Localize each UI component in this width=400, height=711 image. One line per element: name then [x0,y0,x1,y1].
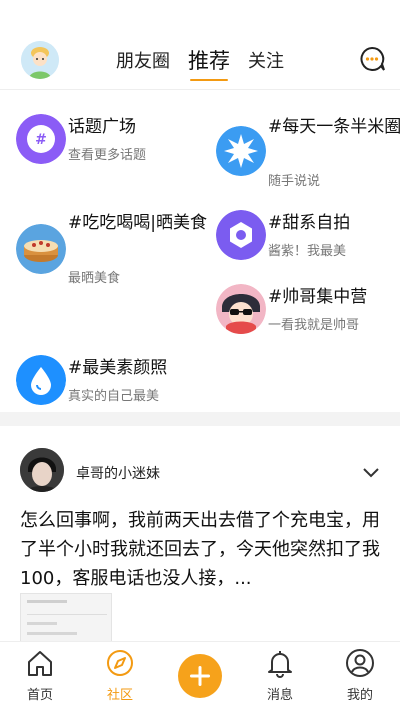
tab-label: 我的 [346,688,373,703]
tab-label: 首页 [26,688,53,703]
create-post-button[interactable] [178,654,222,698]
topic-title: #每天一条半米圈 [268,117,400,137]
compass-icon [107,650,133,676]
chat-icon[interactable] [358,45,386,73]
post-author-name[interactable]: 卓哥的小迷妹 [76,463,160,483]
topic-title: #最美素颜照 [68,358,168,378]
svg-text:#: # [35,132,47,148]
topic-title: 话题广场 [68,117,136,137]
topic-handsome[interactable]: #帅哥集中营 一看我就是帅哥 [216,284,400,350]
topics-grid: # 话题广场 查看更多话题 #每天一条半米圈 随手说说 #吃吃喝喝|晒美食 最晒… [0,90,400,410]
profile-icon [346,649,374,677]
tab-following[interactable]: 关注 [246,47,286,73]
topic-selfie[interactable]: #甜系自拍 酱紫！我最美 [216,210,400,276]
topic-square[interactable]: # 话题广场 查看更多话题 [16,114,206,180]
topic-subtitle: 真实的自己最美 [68,389,160,404]
tab-friends[interactable]: 朋友圈 [114,47,172,73]
topic-subtitle: 最晒美食 [68,271,121,286]
home-icon [28,651,52,676]
tab-label: 消息 [266,688,293,703]
tab-home[interactable]: 首页 [10,648,70,706]
topic-title: #甜系自拍 [268,213,351,233]
post-author-avatar[interactable] [20,448,64,492]
bell-icon [268,651,292,678]
topic-subtitle: 查看更多话题 [68,148,147,163]
cake-icon [16,224,66,274]
topic-subtitle: 随手说说 [268,174,321,189]
top-header: 朋友圈 推荐 关注 [0,0,400,90]
water-drop-icon [16,355,66,405]
topic-subtitle: 酱紫！我最美 [268,244,347,259]
post-image-thumbnail[interactable] [20,593,112,643]
topic-daily[interactable]: #每天一条半米圈 随手说说 [216,114,400,194]
cool-avatar-icon [216,284,266,334]
topic-title: #帅哥集中营 [268,287,368,307]
camera-lens-icon [216,210,266,260]
sun-icon [216,126,266,176]
post-content: 怎么回事啊，我前两天出去借了个充电宝，用了半个小时我就还回去了，今天他突然扣了我… [20,510,380,589]
tab-community[interactable]: 社区 [90,648,150,706]
tab-profile[interactable]: 我的 [330,648,390,706]
feed-tabs: 朋友圈 推荐 关注 [0,40,400,81]
tab-recommended[interactable]: 推荐 [186,45,232,81]
topic-title: #吃吃喝喝|晒美食 [68,213,207,233]
topic-subtitle: 一看我就是帅哥 [268,318,360,333]
tab-messages[interactable]: 消息 [250,648,310,706]
plus-icon [190,666,210,686]
hashtag-icon: # [16,114,66,164]
section-divider [0,412,400,426]
feed-post[interactable]: 卓哥的小迷妹 怎么回事啊，我前两天出去借了个充电宝，用了半个小时我就还回去了，今… [0,426,400,643]
topic-food[interactable]: #吃吃喝喝|晒美食 最晒美食 [16,210,207,290]
chevron-down-icon[interactable] [362,464,380,478]
tab-label: 社区 [106,688,133,703]
